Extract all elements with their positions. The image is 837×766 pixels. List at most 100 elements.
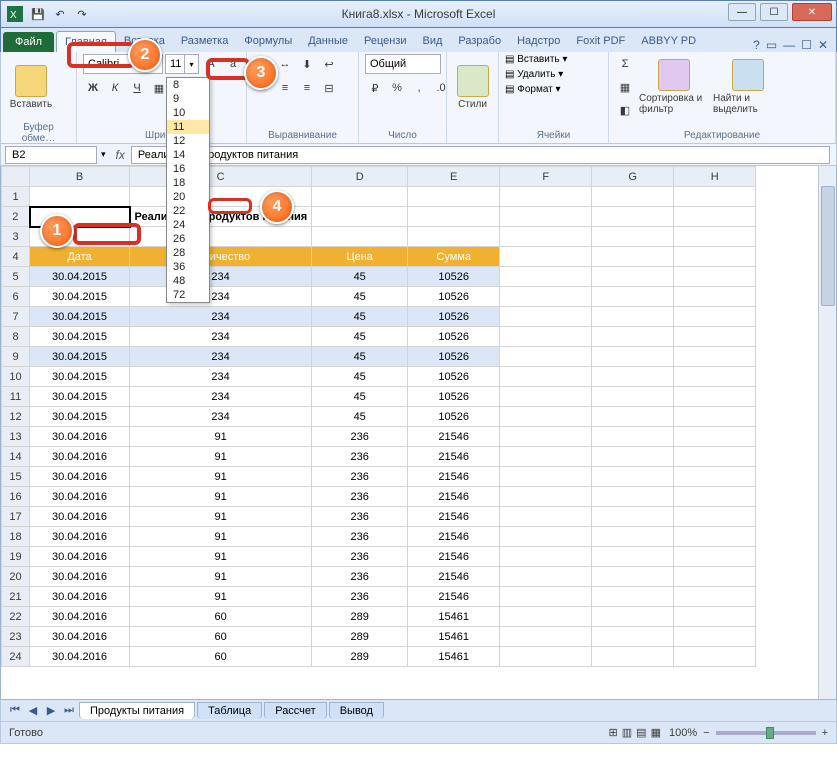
cell-D2[interactable]	[312, 207, 408, 227]
cell-H23[interactable]	[674, 627, 756, 647]
col-header-F[interactable]: F	[500, 167, 592, 187]
cell-D8[interactable]: 45	[312, 327, 408, 347]
row-header-13[interactable]: 13	[2, 427, 30, 447]
merge-icon[interactable]: ⊟	[319, 78, 339, 98]
cell-B21[interactable]: 30.04.2016	[30, 587, 130, 607]
percent-icon[interactable]: %	[387, 78, 407, 98]
row-header-7[interactable]: 7	[2, 307, 30, 327]
cell-B16[interactable]: 30.04.2016	[30, 487, 130, 507]
cell-F5[interactable]	[500, 267, 592, 287]
delete-cells-button[interactable]: ▤ Удалить ▾	[505, 69, 563, 80]
cell-C7[interactable]: 234	[130, 307, 312, 327]
cell-G15[interactable]	[592, 467, 674, 487]
namebox-dropdown-icon[interactable]: ▾	[97, 149, 110, 160]
cell-E13[interactable]: 21546	[408, 427, 500, 447]
cell-D17[interactable]: 236	[312, 507, 408, 527]
cell-G13[interactable]	[592, 427, 674, 447]
cell-G5[interactable]	[592, 267, 674, 287]
cell-E16[interactable]: 21546	[408, 487, 500, 507]
cell-E10[interactable]: 10526	[408, 367, 500, 387]
font-size-option-12[interactable]: 12	[167, 134, 209, 148]
cell-F17[interactable]	[500, 507, 592, 527]
close-button[interactable]: ✕	[792, 3, 832, 21]
cell-D4[interactable]: Цена	[312, 247, 408, 267]
cell-G18[interactable]	[592, 527, 674, 547]
cell-E11[interactable]: 10526	[408, 387, 500, 407]
cell-B9[interactable]: 30.04.2015	[30, 347, 130, 367]
cell-D7[interactable]: 45	[312, 307, 408, 327]
font-size-option-28[interactable]: 28	[167, 246, 209, 260]
cell-G11[interactable]	[592, 387, 674, 407]
clear-icon[interactable]: ◧	[615, 100, 635, 120]
row-header-21[interactable]: 21	[2, 587, 30, 607]
zoom-out-icon[interactable]: −	[703, 727, 709, 739]
cell-B17[interactable]: 30.04.2016	[30, 507, 130, 527]
font-size-option-48[interactable]: 48	[167, 274, 209, 288]
cell-E6[interactable]: 10526	[408, 287, 500, 307]
shrink-font-icon[interactable]: a	[223, 54, 243, 74]
cell-G3[interactable]	[592, 227, 674, 247]
cell-E12[interactable]: 10526	[408, 407, 500, 427]
cell-E3[interactable]	[408, 227, 500, 247]
cell-C12[interactable]: 234	[130, 407, 312, 427]
cell-F12[interactable]	[500, 407, 592, 427]
cell-C16[interactable]: 91	[130, 487, 312, 507]
paste-button[interactable]: Вставить	[7, 54, 55, 120]
cell-F16[interactable]	[500, 487, 592, 507]
ribbon-tab-0[interactable]: Главная	[56, 31, 116, 52]
cell-B15[interactable]: 30.04.2016	[30, 467, 130, 487]
sort-filter-button[interactable]: Сортировка и фильтр	[639, 54, 709, 120]
cell-E1[interactable]	[408, 187, 500, 207]
ribbon-minimize-icon[interactable]: ▭	[766, 38, 777, 52]
cell-B13[interactable]: 30.04.2016	[30, 427, 130, 447]
cell-C11[interactable]: 234	[130, 387, 312, 407]
font-size-option-9[interactable]: 9	[167, 92, 209, 106]
cell-G7[interactable]	[592, 307, 674, 327]
cell-E17[interactable]: 21546	[408, 507, 500, 527]
cell-E23[interactable]: 15461	[408, 627, 500, 647]
sheet-nav-first-icon[interactable]: ⏮	[7, 704, 23, 717]
doc-restore-icon[interactable]: ☐	[801, 38, 812, 52]
font-size-option-20[interactable]: 20	[167, 190, 209, 204]
cell-D21[interactable]: 236	[312, 587, 408, 607]
maximize-button[interactable]: ☐	[760, 3, 788, 21]
ribbon-tab-9[interactable]: Foxit PDF	[568, 31, 633, 52]
fill-icon[interactable]: ▦	[615, 77, 635, 97]
cell-E5[interactable]: 10526	[408, 267, 500, 287]
cell-E21[interactable]: 21546	[408, 587, 500, 607]
scrollbar-thumb[interactable]	[821, 186, 835, 306]
cell-F6[interactable]	[500, 287, 592, 307]
cell-E8[interactable]: 10526	[408, 327, 500, 347]
cell-H20[interactable]	[674, 567, 756, 587]
row-header-2[interactable]: 2	[2, 207, 30, 227]
help-icon[interactable]: ?	[753, 38, 760, 52]
cell-C22[interactable]: 60	[130, 607, 312, 627]
cell-H24[interactable]	[674, 647, 756, 667]
cell-H4[interactable]	[674, 247, 756, 267]
cell-B23[interactable]: 30.04.2016	[30, 627, 130, 647]
col-header-H[interactable]: H	[674, 167, 756, 187]
cell-H14[interactable]	[674, 447, 756, 467]
row-header-5[interactable]: 5	[2, 267, 30, 287]
font-size-option-26[interactable]: 26	[167, 232, 209, 246]
cell-B1[interactable]	[30, 187, 130, 207]
cell-H9[interactable]	[674, 347, 756, 367]
cell-H16[interactable]	[674, 487, 756, 507]
cell-F22[interactable]	[500, 607, 592, 627]
view-mode-icon[interactable]: ▥	[622, 727, 632, 739]
cell-H1[interactable]	[674, 187, 756, 207]
cell-H3[interactable]	[674, 227, 756, 247]
cell-C9[interactable]: 234	[130, 347, 312, 367]
undo-icon[interactable]: ↶	[51, 5, 69, 23]
view-mode-icon[interactable]: ⊞	[609, 727, 618, 739]
cell-G2[interactable]	[592, 207, 674, 227]
row-header-18[interactable]: 18	[2, 527, 30, 547]
name-box[interactable]: B2	[5, 146, 97, 164]
row-header-19[interactable]: 19	[2, 547, 30, 567]
cell-G19[interactable]	[592, 547, 674, 567]
cell-B10[interactable]: 30.04.2015	[30, 367, 130, 387]
cell-F1[interactable]	[500, 187, 592, 207]
font-size-option-10[interactable]: 10	[167, 106, 209, 120]
cell-E4[interactable]: Сумма	[408, 247, 500, 267]
cell-H18[interactable]	[674, 527, 756, 547]
